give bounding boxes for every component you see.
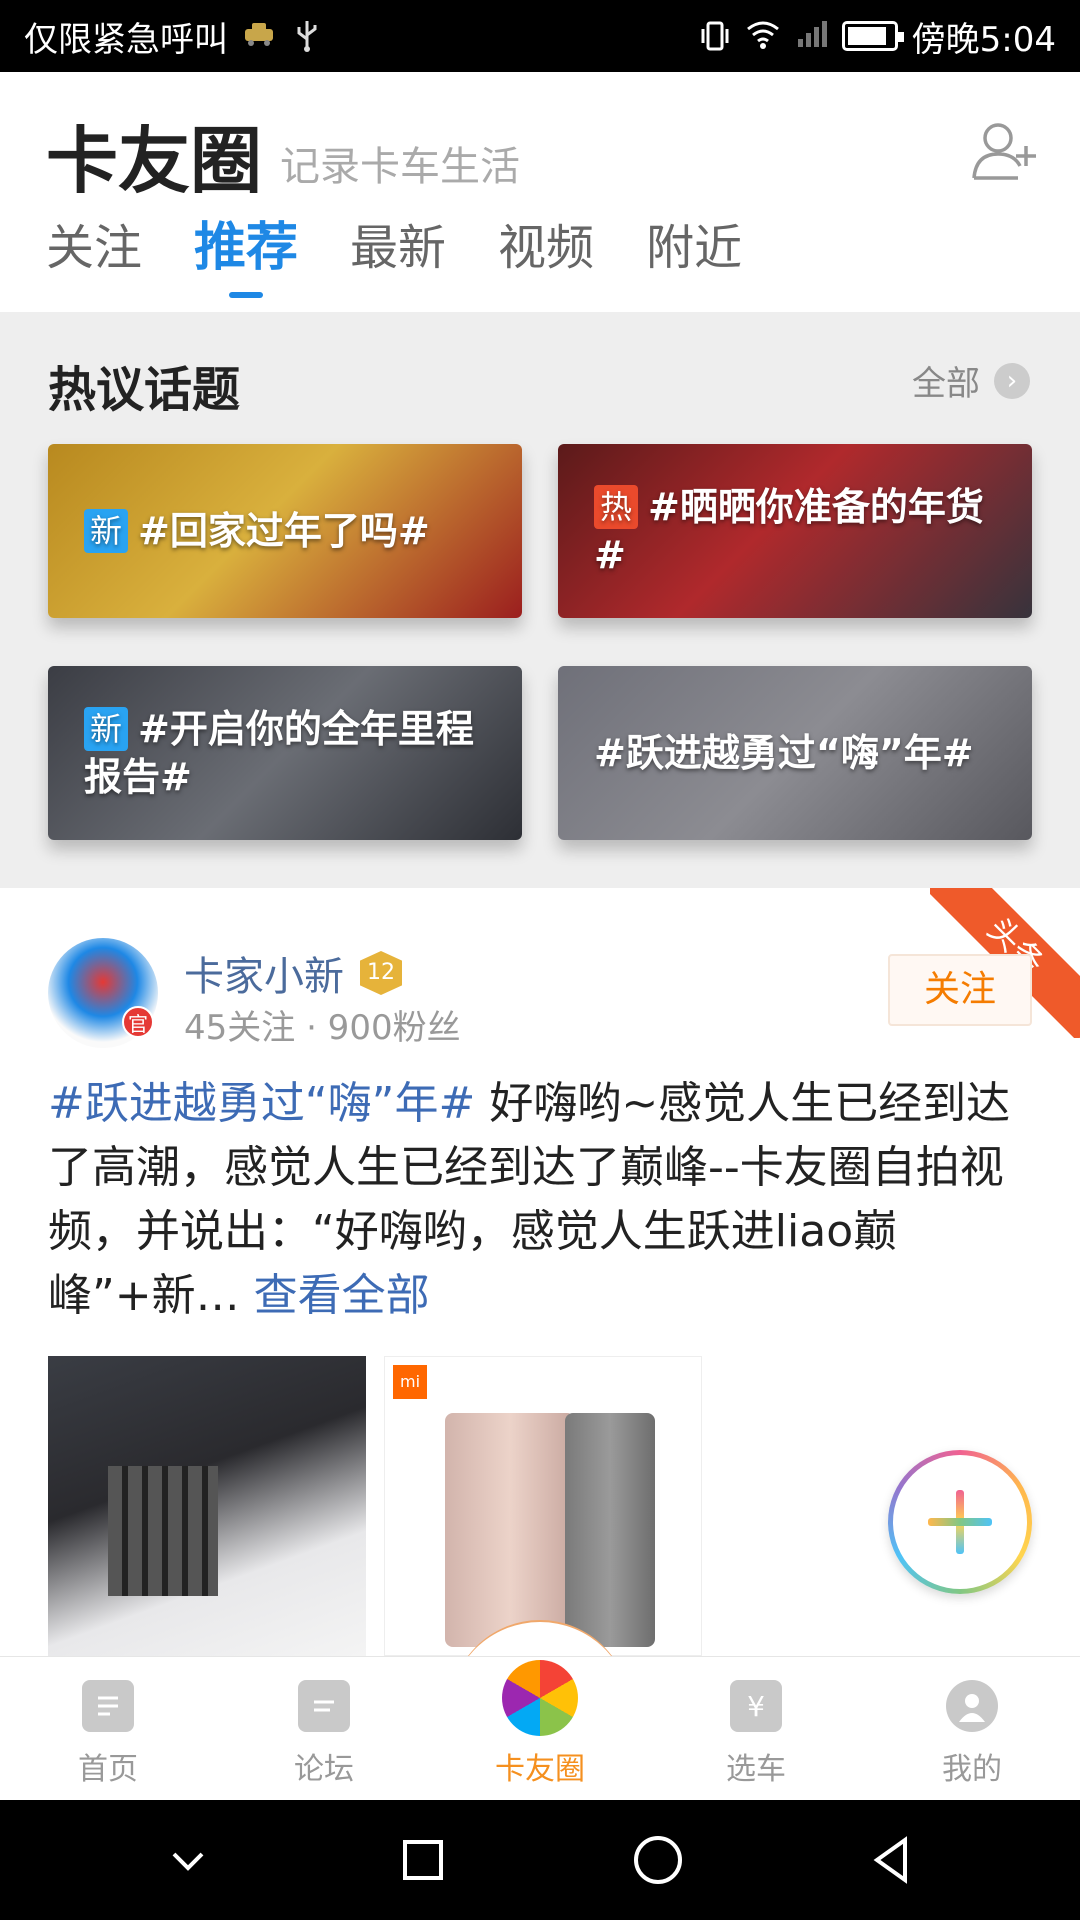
view-all-topics-link[interactable]: 全部 › bbox=[912, 356, 1030, 405]
plus-icon bbox=[928, 1490, 992, 1554]
topic-label: #跃进越勇过“嗨”年# bbox=[594, 729, 974, 777]
profile-icon bbox=[946, 1680, 998, 1732]
topic-card[interactable]: 新 #开启你的全年里程报告# bbox=[48, 666, 522, 840]
topic-card[interactable]: #跃进越勇过“嗨”年# bbox=[558, 666, 1032, 840]
wifi-icon bbox=[746, 19, 780, 53]
post-image-power-bank[interactable]: mi bbox=[384, 1356, 702, 1656]
carrier-text: 仅限紧急呼叫 bbox=[24, 19, 228, 60]
nav-label: 我的 bbox=[942, 1752, 1002, 1787]
tab-nearby[interactable]: 附近 bbox=[646, 216, 742, 280]
tab-latest[interactable]: 最新 bbox=[350, 216, 446, 280]
nav-label: 首页 bbox=[78, 1752, 138, 1787]
nav-home[interactable]: 首页 bbox=[0, 1657, 216, 1800]
app-header: 卡友圈 记录卡车生活 关注 推荐 最新 视频 附近 bbox=[0, 72, 1080, 312]
back-triangle-icon[interactable] bbox=[863, 1830, 923, 1890]
author-name[interactable]: 卡家小新 bbox=[184, 944, 344, 1002]
view-full-text-link[interactable]: 查看全部 bbox=[254, 1270, 430, 1321]
page-title: 卡友圈 bbox=[46, 118, 263, 203]
topic-text: #晒晒你准备的年货# bbox=[594, 485, 984, 577]
home-circle-icon[interactable] bbox=[628, 1830, 688, 1890]
mi-logo: mi bbox=[393, 1365, 427, 1399]
nav-label: 卡友圈 bbox=[495, 1752, 585, 1787]
new-badge: 新 bbox=[84, 509, 129, 553]
topic-label: 新 #开启你的全年里程报告# bbox=[84, 705, 486, 801]
clock-time: 傍晚5:04 bbox=[911, 19, 1056, 60]
nav-label: 论坛 bbox=[294, 1752, 354, 1787]
follow-button[interactable]: 关注 bbox=[888, 954, 1032, 1026]
official-badge: 官 bbox=[122, 1006, 154, 1038]
view-all-label: 全部 bbox=[912, 364, 980, 404]
hot-badge: 热 bbox=[594, 485, 639, 529]
home-doc-icon bbox=[82, 1680, 134, 1732]
topic-label: 新 #回家过年了吗# bbox=[84, 507, 430, 555]
power-bank-rose bbox=[445, 1413, 575, 1647]
topic-text: #跃进越勇过“嗨”年# bbox=[594, 731, 974, 775]
author-stats: 45关注 · 900粉丝 bbox=[184, 1008, 461, 1048]
collapse-chevron-icon[interactable] bbox=[158, 1830, 218, 1890]
tab-follow[interactable]: 关注 bbox=[46, 216, 142, 280]
nav-choose-truck[interactable]: ¥ 选车 bbox=[648, 1657, 864, 1800]
topic-card[interactable]: 新 #回家过年了吗# bbox=[48, 444, 522, 618]
status-bar: 仅限紧急呼叫 傍晚5:04 bbox=[0, 0, 1080, 72]
post-body[interactable]: #跃进越勇过“嗨”年# 好嗨哟~感觉人生已经到达了高潮，感觉人生已经到达了巅峰-… bbox=[48, 1072, 1038, 1328]
power-bank-gray bbox=[565, 1413, 655, 1647]
topic-text: #回家过年了吗# bbox=[138, 509, 430, 553]
feed-tabs: 关注 推荐 最新 视频 附近 bbox=[46, 216, 794, 298]
fab-inner bbox=[893, 1455, 1027, 1589]
forum-chat-icon bbox=[298, 1680, 350, 1732]
page-subtitle: 记录卡车生活 bbox=[280, 144, 520, 190]
chevron-right-icon: › bbox=[994, 362, 1030, 399]
signal-icon bbox=[794, 19, 828, 53]
recents-square-icon[interactable] bbox=[393, 1830, 453, 1890]
app-screen: 仅限紧急呼叫 傍晚5:04 卡友圈 记录卡车生活 关注 推荐 最新 视频 附近 … bbox=[0, 0, 1080, 1920]
new-badge: 新 bbox=[84, 707, 129, 751]
pinwheel-icon bbox=[502, 1660, 578, 1736]
nav-profile[interactable]: 我的 bbox=[864, 1657, 1080, 1800]
post-image-organizer[interactable] bbox=[48, 1356, 366, 1656]
topic-label: 热 #晒晒你准备的年货# bbox=[594, 483, 996, 579]
topic-card[interactable]: 热 #晒晒你准备的年货# bbox=[558, 444, 1032, 618]
bottom-navigation: 首页 论坛 卡友圈 ¥ 选车 我的 bbox=[0, 1656, 1080, 1800]
vibrate-icon bbox=[698, 19, 732, 53]
create-post-button[interactable] bbox=[888, 1450, 1032, 1594]
add-friend-icon[interactable] bbox=[970, 116, 1040, 186]
level-badge-icon: 12 bbox=[360, 951, 402, 995]
taxi-icon bbox=[242, 19, 276, 53]
topic-text: #开启你的全年里程报告# bbox=[84, 707, 474, 799]
author-info: 卡家小新 12 bbox=[184, 944, 402, 1002]
tab-recommend[interactable]: 推荐 bbox=[194, 216, 298, 298]
usb-icon bbox=[290, 19, 324, 53]
tab-video[interactable]: 视频 bbox=[498, 216, 594, 280]
nav-label: 选车 bbox=[726, 1752, 786, 1787]
nav-truck-circle[interactable]: 卡友圈 bbox=[432, 1657, 648, 1800]
nav-forum[interactable]: 论坛 bbox=[216, 1657, 432, 1800]
post-hashtag[interactable]: #跃进越勇过“嗨”年# bbox=[48, 1078, 475, 1129]
system-navigation-bar bbox=[0, 1800, 1080, 1920]
truck-icon: ¥ bbox=[730, 1680, 782, 1732]
battery-icon bbox=[841, 21, 904, 51]
section-title: 热议话题 bbox=[48, 362, 241, 418]
